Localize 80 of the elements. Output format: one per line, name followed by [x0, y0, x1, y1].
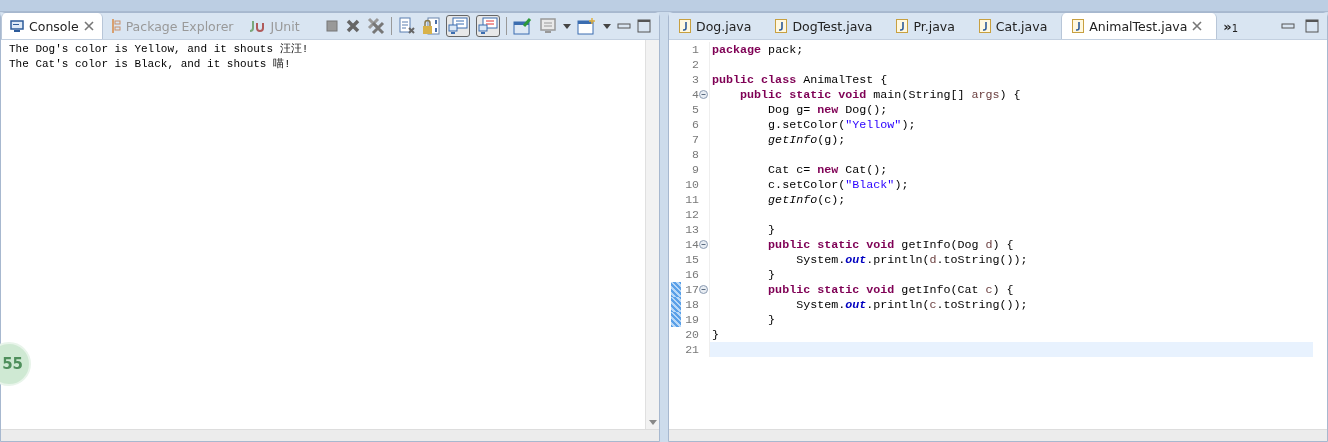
line-number: 10	[685, 178, 699, 191]
maximize-icon[interactable]	[1305, 19, 1319, 33]
code-line: }	[712, 327, 719, 342]
file-tab[interactable]: AnimalTest.java	[1061, 13, 1218, 39]
collapse-icon[interactable]	[699, 285, 708, 294]
maximize-icon[interactable]	[637, 19, 651, 33]
code-line: System.out.println(d.toString());	[795, 252, 1028, 267]
console-output-line: The Dog's color is Yellow, and it shouts 汪汪!	[9, 42, 310, 57]
dropdown-arrow-icon[interactable]	[563, 23, 571, 29]
show-error-toggle[interactable]	[476, 15, 500, 37]
line-number: 18	[685, 298, 699, 311]
code-line: public class AnimalTest {	[712, 72, 888, 87]
junit-icon	[249, 20, 266, 32]
line-number: 1	[692, 43, 699, 56]
line-number: 11	[685, 193, 699, 206]
file-tab[interactable]: Dog.java	[669, 13, 766, 39]
line-number: 20	[685, 328, 699, 341]
monitor-icon[interactable]	[539, 17, 557, 35]
code-line: Cat c= new Cat();	[767, 162, 888, 177]
counter-badge: 55	[0, 342, 31, 386]
line-number: 21	[685, 343, 699, 356]
vertical-scrollbar[interactable]	[645, 40, 659, 429]
code-line: c.setColor("Black");	[767, 177, 909, 192]
line-number: 16	[685, 268, 699, 281]
package-icon	[110, 19, 121, 33]
code-line: public static void getInfo(Cat c) {	[767, 282, 1014, 297]
view-tab[interactable]: Console	[1, 13, 103, 39]
code-line: package pack;	[712, 42, 804, 57]
collapse-icon[interactable]	[699, 240, 708, 249]
remove-icon[interactable]	[345, 18, 361, 34]
java-file-icon	[775, 19, 788, 33]
code-line: public static void getInfo(Dog d) {	[767, 237, 1014, 252]
scroll-down-arrow-icon[interactable]	[648, 420, 657, 425]
line-number: 15	[685, 253, 699, 266]
java-file-icon	[1072, 19, 1085, 33]
line-number: 14	[685, 238, 699, 251]
code-line: getInfo(c);	[767, 192, 846, 207]
horizontal-scrollbar[interactable]	[1, 429, 659, 441]
dropdown-arrow-icon[interactable]	[603, 23, 611, 29]
scroll-lock-icon[interactable]	[422, 17, 440, 35]
file-tab[interactable]: Pr.java	[886, 13, 969, 39]
line-number: 3	[692, 73, 699, 86]
code-line: }	[767, 312, 776, 327]
line-number: 9	[692, 163, 699, 176]
line-number: 19	[685, 313, 699, 326]
stop-icon[interactable]	[325, 19, 339, 33]
code-line: }	[767, 267, 776, 282]
java-file-icon	[896, 19, 909, 33]
remove-all-icon[interactable]	[367, 17, 385, 35]
code-line: }	[767, 222, 776, 237]
line-number: 7	[692, 133, 699, 146]
line-number: 4	[692, 88, 699, 101]
code-line: Dog g= new Dog();	[767, 102, 888, 117]
line-number: 5	[692, 103, 699, 116]
clear-console-icon[interactable]	[398, 17, 416, 35]
line-number: 12	[685, 208, 699, 221]
pin-icon[interactable]	[513, 17, 533, 35]
line-number: 8	[692, 148, 699, 161]
show-output-toggle[interactable]	[446, 15, 470, 37]
minimize-icon[interactable]	[1281, 21, 1295, 31]
minimize-icon[interactable]	[617, 21, 631, 31]
code-line: public static void main(String[] args) {	[739, 87, 1021, 102]
collapse-icon[interactable]	[699, 90, 708, 99]
close-icon[interactable]	[1192, 21, 1203, 31]
code-line: System.out.println(c.toString());	[795, 297, 1028, 312]
code-line: g.setColor("Yellow");	[767, 117, 916, 132]
java-file-icon	[978, 19, 991, 33]
close-icon[interactable]	[83, 21, 94, 31]
line-number: 17	[685, 283, 699, 296]
java-file-icon	[679, 19, 691, 33]
line-number: 6	[692, 118, 699, 131]
monitor-icon	[10, 19, 24, 33]
line-number: 2	[692, 58, 699, 71]
horizontal-scrollbar[interactable]	[669, 429, 1327, 441]
file-tab[interactable]: Cat.java	[968, 13, 1062, 39]
code-line: getInfo(g);	[767, 132, 846, 147]
file-tab[interactable]: DogTest.java	[765, 13, 887, 39]
new-console-icon[interactable]	[577, 17, 597, 35]
console-output-line: The Cat's color is Black, and it shouts 喵!	[9, 57, 292, 72]
line-number: 13	[685, 223, 699, 236]
